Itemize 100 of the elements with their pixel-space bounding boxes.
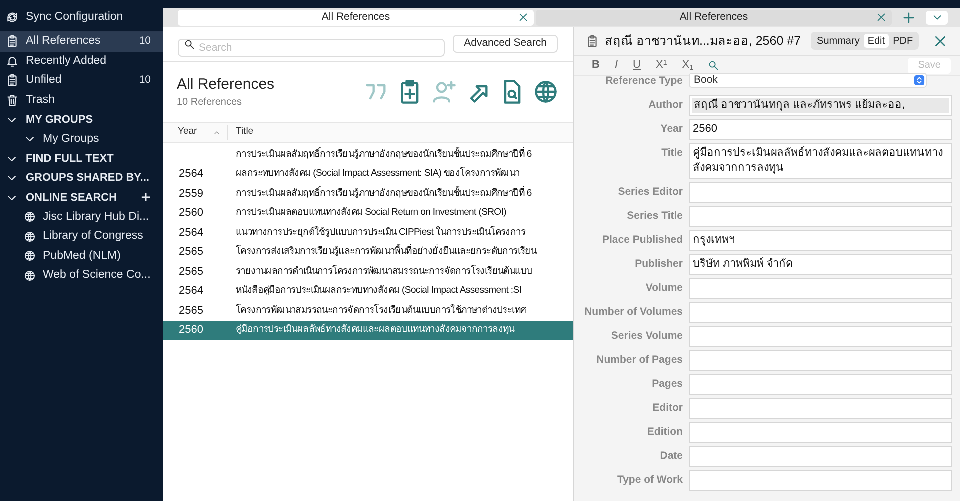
sidebar-item[interactable]: Jisc Library Hub Di...: [43, 208, 150, 226]
format-button[interactable]: X$_{1}$: [682, 57, 694, 74]
title-cell: แนวทางการประยุกต์ใช้รูปแบบการประเมิน CIPPiest ในการประเมินโครงการ: [236, 226, 526, 240]
field-label: Author: [648, 98, 683, 113]
sidebar-item[interactable]: All References 10: [0, 32, 163, 52]
field-label: Pages: [651, 377, 683, 392]
input-field[interactable]: [689, 470, 952, 491]
globe-icon: [24, 270, 36, 282]
advanced-search-button[interactable]: Advanced Search: [453, 35, 558, 53]
format-button[interactable]: B: [592, 57, 600, 74]
field-label: Type of Work: [616, 473, 683, 488]
input-field[interactable]: [689, 326, 952, 347]
trash-icon: [6, 94, 19, 107]
field-label: Reference Type: [604, 74, 683, 89]
field-label: Year: [660, 122, 683, 137]
year-cell: 2559: [179, 188, 204, 200]
year-cell: 2565: [179, 246, 204, 258]
section-header[interactable]: ONLINE SEARCH: [26, 190, 134, 206]
tab[interactable]: All References: [536, 10, 892, 26]
year-cell: 2560: [179, 207, 204, 219]
globe-icon: [24, 230, 36, 243]
input-field[interactable]: [689, 182, 952, 203]
title-field[interactable]: คู่มือการประเมินผลลัพธ์ทางสังคมและผลตอบแทนทางสังคมจากการลงทุน: [689, 143, 952, 179]
reference-type-select[interactable]: Book: [689, 73, 927, 88]
title-cell: คู่มือการประเมินผลลัพธ์ทางสังคมและผลตอบแทนทางสังคมจากการลงทุน: [236, 323, 514, 338]
title-cell: การประเมินผลตอบแทนทางสังคม Social Return on Investment (SROI): [236, 206, 506, 220]
format-button[interactable]: U: [633, 57, 641, 74]
mode-tab[interactable]: PDF: [889, 34, 918, 48]
close-icon: [518, 12, 529, 22]
close-icon: [933, 34, 948, 48]
sidebar-item[interactable]: Library of Congress: [43, 228, 144, 246]
sidebar-item[interactable]: Trash: [0, 90, 163, 110]
section-header[interactable]: MY GROUPS: [26, 112, 151, 128]
year-cell: 2560: [179, 324, 204, 336]
dropdown-button[interactable]: [926, 10, 948, 24]
reference-count: 10 References: [177, 98, 244, 108]
input-field[interactable]: 2560: [689, 119, 952, 140]
title-cell: โครงการส่งเสริมการเรียนรู้และการพัฒนาพื้นที่อย่างยั่งยืนและยกระดับการเรียน: [236, 245, 537, 260]
clipboard-icon: [586, 34, 599, 48]
field-label: Date: [659, 449, 683, 464]
section-header[interactable]: GROUPS SHARED BY...: [26, 170, 151, 186]
add-tab-icon: [902, 10, 916, 24]
menu-item[interactable]: Sync Configuration: [26, 8, 124, 26]
field-label: Editor: [652, 401, 683, 416]
globe-icon: [24, 250, 36, 262]
input-field[interactable]: กรุงเทพฯ: [689, 230, 952, 251]
input-field[interactable]: [689, 374, 952, 395]
year-cell: 2564: [179, 168, 204, 180]
input-field[interactable]: [689, 446, 952, 467]
title-cell: การประเมินผลสัมฤทธิ์การเรียนรู้ภาษาอังกฤษของนักเรียนชั้นประถมศึกษาปีที่ 6: [236, 186, 532, 201]
title-cell: ผลกระทบทางสังคม (Social Impact Assessment: SIA) ของโครงการพัฒนา: [236, 167, 520, 182]
mode-tab[interactable]: Summary: [813, 34, 864, 48]
search-field[interactable]: Search: [178, 39, 446, 57]
input-field[interactable]: [689, 398, 952, 419]
input-field[interactable]: [689, 206, 952, 227]
column-header[interactable]: Year: [178, 125, 198, 140]
clipboard-icon: [6, 35, 19, 48]
section-header[interactable]: FIND FULL TEXT: [26, 150, 151, 167]
add-button[interactable]: +: [141, 189, 151, 206]
field-label: Series Editor: [617, 185, 683, 200]
title-cell: การประเมินผลสัมฤทธิ์การเรียนรู้ภาษาอังกฤษของนักเรียนชั้นประถมศึกษาปีที่ 6: [236, 148, 532, 162]
title-cell: โครงการพัฒนาสมรรถนะการจัดการโรงเรียนต้นแบบการใช้ภาษาต่างประเทศ: [236, 304, 526, 318]
field-label: Number of Pages: [596, 353, 683, 368]
clipboard-icon: [6, 74, 19, 88]
title-cell: หนังสือคู่มือการประเมินผลกระทบทางสังคม (Social Impact Assessment :SI: [236, 284, 522, 298]
input-field[interactable]: บริษัท ภาพพิมพ์ จำกัด: [689, 254, 952, 275]
input-field[interactable]: [689, 302, 952, 323]
add-person-icon: [431, 79, 457, 105]
year-cell: 2565: [179, 266, 204, 278]
input-field[interactable]: [689, 350, 952, 371]
format-button[interactable]: X$^{1}$: [656, 57, 668, 74]
sidebar-item[interactable]: Unfiled 10: [0, 71, 163, 90]
field-label: Edition: [646, 425, 683, 440]
format-button[interactable]: I: [614, 57, 618, 74]
year-cell: 2564: [179, 226, 204, 238]
sidebar-item[interactable]: PubMed (NLM): [43, 248, 121, 265]
field-label: Place Published: [601, 233, 683, 248]
title-cell: รายงานผลการดำเนินการโครงการพัฒนาสมรรถนะการจัดการโรงเรียนต้นแบบ: [236, 264, 532, 279]
list-title: All References: [177, 76, 276, 92]
bell-icon: [6, 54, 19, 68]
selected-row[interactable]: 2560 คู่มือการประเมินผลลัพธ์ทางสังคมและผลตอบแทนทางสังคมจากการลงทุน: [163, 320, 573, 340]
tab[interactable]: All References: [178, 10, 534, 26]
year-cell: 2564: [179, 285, 204, 297]
search-icon: [708, 60, 720, 71]
sidebar-item[interactable]: My Groups: [43, 130, 100, 148]
search-icon: [184, 39, 195, 50]
mode-tab[interactable]: Edit: [864, 34, 890, 48]
globe-icon: [24, 211, 36, 224]
field-label: Number of Volumes: [584, 305, 683, 320]
year-cell: 2565: [179, 304, 204, 316]
author-field[interactable]: สฤณี อาชวานันทกุล และภัทราพร แย้มละออ,: [689, 95, 952, 116]
field-label: Publisher: [634, 257, 683, 272]
close-icon: [876, 12, 887, 22]
column-header[interactable]: Title: [228, 125, 254, 140]
sidebar-item[interactable]: Recently Added: [0, 52, 163, 71]
input-field[interactable]: [689, 278, 952, 299]
field-label: Title: [660, 146, 683, 161]
field-label: Series Volume: [610, 329, 683, 344]
sidebar-item[interactable]: Web of Science Co...: [43, 267, 151, 284]
input-field[interactable]: [689, 422, 952, 443]
